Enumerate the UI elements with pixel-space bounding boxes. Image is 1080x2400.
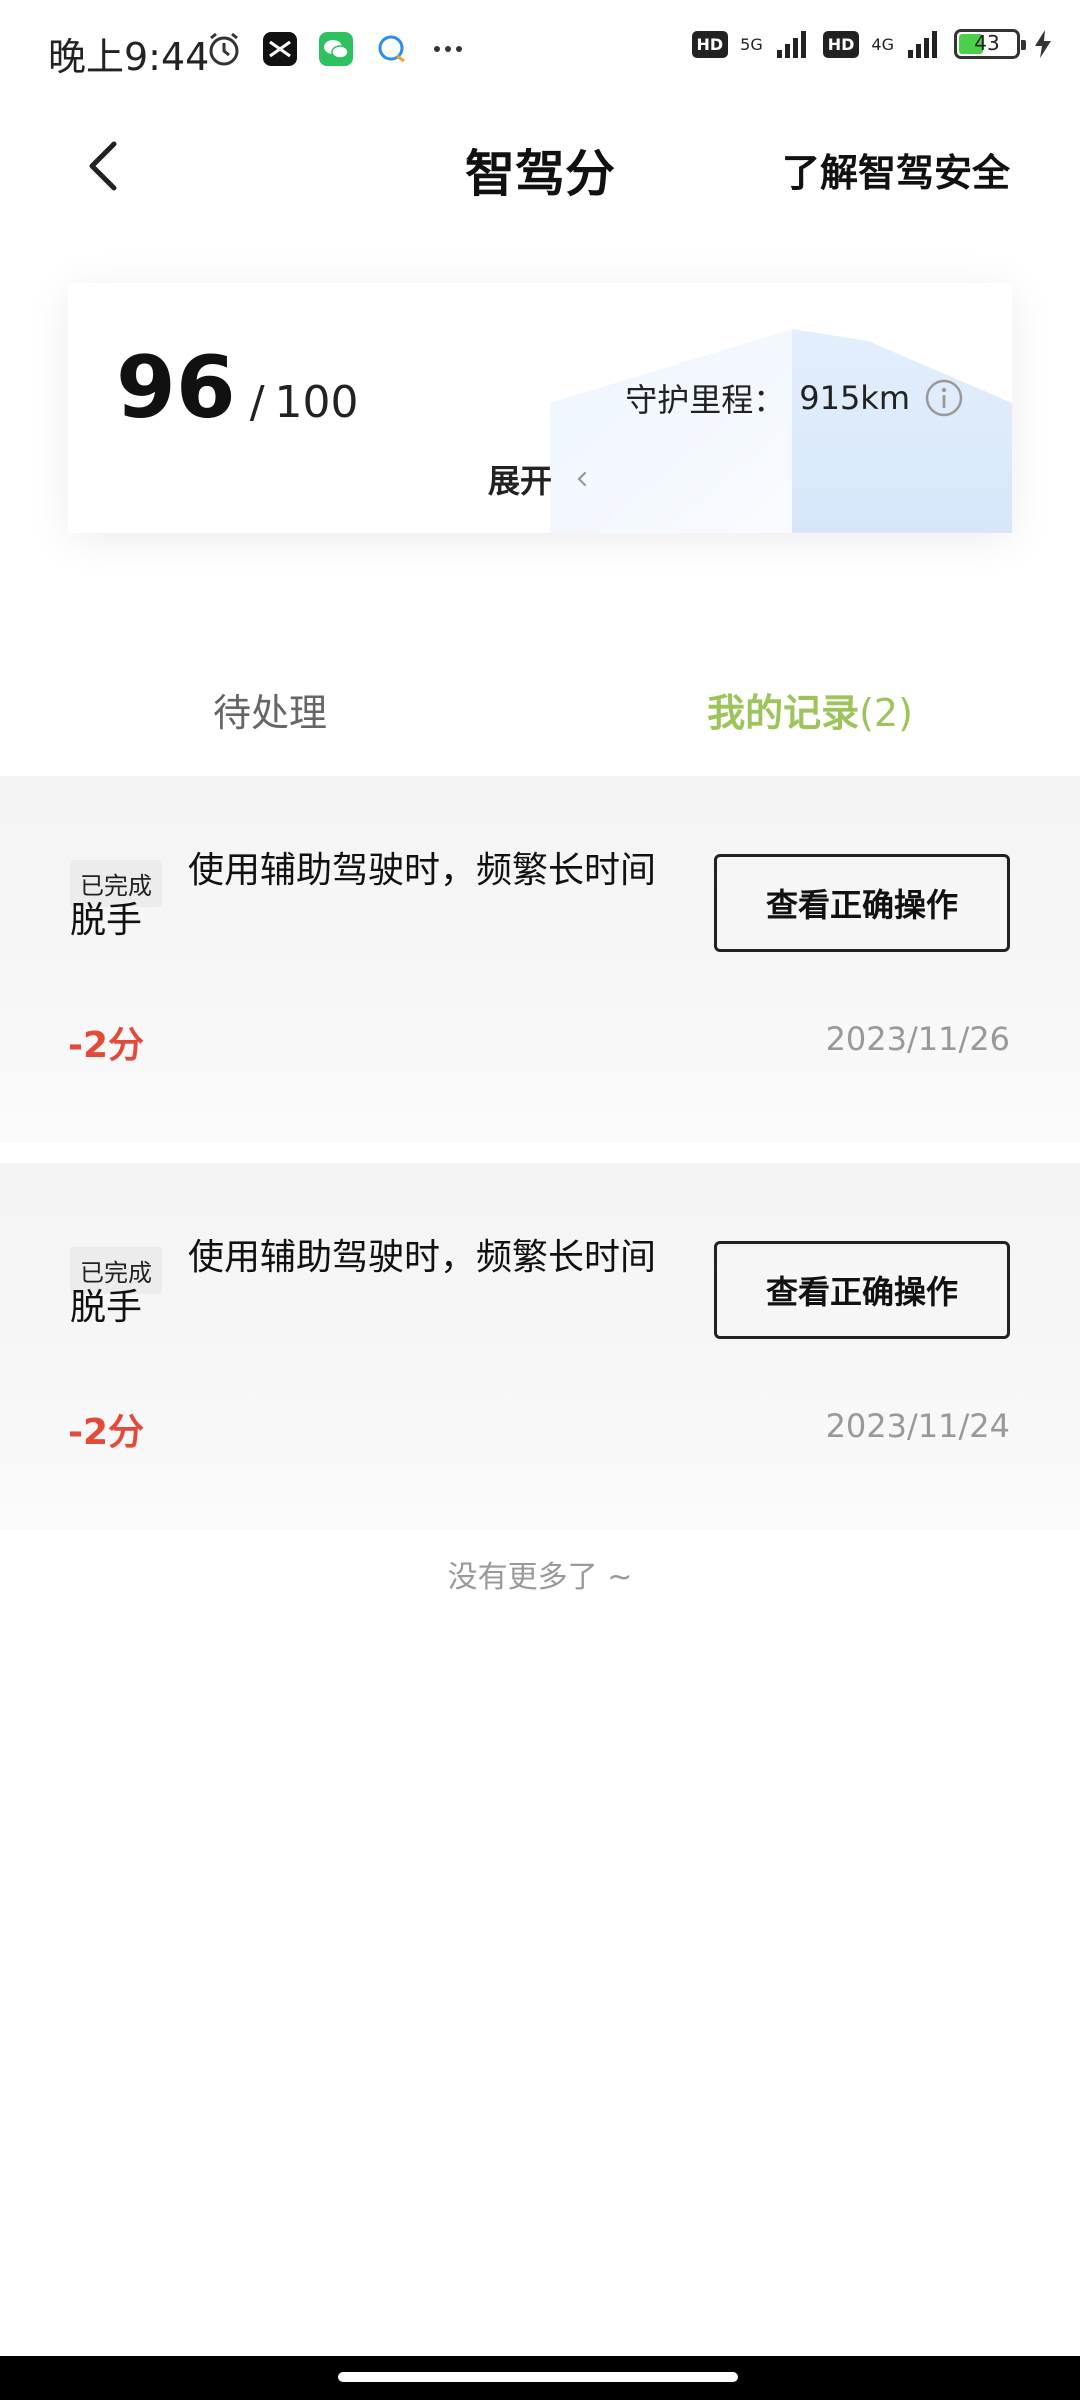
score-display: 96 / 100 xyxy=(116,345,359,431)
hd-badge: HD xyxy=(822,30,860,58)
hd-badge: HD xyxy=(691,30,729,58)
record-date: 2023/11/24 xyxy=(825,1407,1010,1445)
view-correct-operation-button[interactable]: 查看正确操作 xyxy=(714,1241,1010,1339)
record-item: 已完成 使用辅助驾驶时，频繁长时间脱手 查看正确操作 -2分 2023/11/2… xyxy=(0,776,1080,1142)
record-description: 使用辅助驾驶时，频繁长时间脱手 xyxy=(70,1237,657,1328)
mileage-info: 守护里程： 915km xyxy=(625,375,964,421)
more-dots-icon xyxy=(434,46,462,52)
chevron-left-small-icon xyxy=(577,471,587,487)
signal-icon xyxy=(908,31,937,58)
notification-icons xyxy=(205,30,467,68)
smart-driving-score-page: 晚上9:44 HD 5G HD 4G 43 智驾分 了解智驾安全 96 / 10… xyxy=(0,0,1080,2400)
record-item: 已完成 使用辅助驾驶时，频繁长时间脱手 查看正确操作 -2分 2023/11/2… xyxy=(0,1163,1080,1529)
chat-bubble-icon xyxy=(378,35,405,63)
tab-my-records-count: (2) xyxy=(859,691,913,735)
header: 智驾分 了解智驾安全 xyxy=(0,104,1080,228)
tab-my-records[interactable]: 我的记录(2) xyxy=(540,682,1080,737)
score-value: 96 xyxy=(116,338,236,438)
score-change: -2分 xyxy=(68,1025,144,1066)
battery-icon: 43 xyxy=(954,29,1026,59)
network-4g-label: 4G xyxy=(871,34,894,54)
wechat-icon xyxy=(319,32,353,66)
capcut-icon xyxy=(263,32,297,66)
score-separator: / xyxy=(249,377,265,428)
end-of-list-message: 没有更多了 ~ xyxy=(447,1560,633,1595)
info-icon[interactable] xyxy=(924,378,964,418)
score-total: 100 xyxy=(274,377,359,428)
system-icons: HD 5G HD 4G 43 xyxy=(691,28,1055,60)
record-date: 2023/11/26 xyxy=(825,1020,1010,1058)
tab-bar: 待处理 我的记录(2) xyxy=(0,660,1080,756)
score-card: 96 / 100 守护里程： 915km 展开 xyxy=(68,283,1012,533)
tab-my-records-label: 我的记录 xyxy=(707,691,860,735)
tab-pending[interactable]: 待处理 xyxy=(0,682,540,737)
expand-label: 展开 xyxy=(488,462,553,500)
mileage-label: 守护里程： xyxy=(625,381,786,419)
status-time: 晚上9:44 xyxy=(48,35,210,79)
status-bar: 晚上9:44 HD 5G HD 4G 43 xyxy=(0,0,1080,104)
learn-safety-link[interactable]: 了解智驾安全 xyxy=(782,142,1010,197)
score-change: -2分 xyxy=(68,1412,144,1453)
home-indicator[interactable] xyxy=(338,2372,738,2382)
navigation-bar xyxy=(0,2356,1080,2400)
network-5g-label: 5G xyxy=(740,34,763,54)
expand-toggle[interactable]: 展开 xyxy=(488,456,590,502)
signal-icon xyxy=(776,31,806,58)
mileage-value: 915km xyxy=(799,379,910,417)
charging-icon xyxy=(1035,30,1051,58)
alarm-icon xyxy=(209,32,239,66)
battery-level: 43 xyxy=(974,31,1000,55)
view-correct-operation-button[interactable]: 查看正确操作 xyxy=(714,854,1010,952)
record-description: 使用辅助驾驶时，频繁长时间脱手 xyxy=(70,850,657,941)
